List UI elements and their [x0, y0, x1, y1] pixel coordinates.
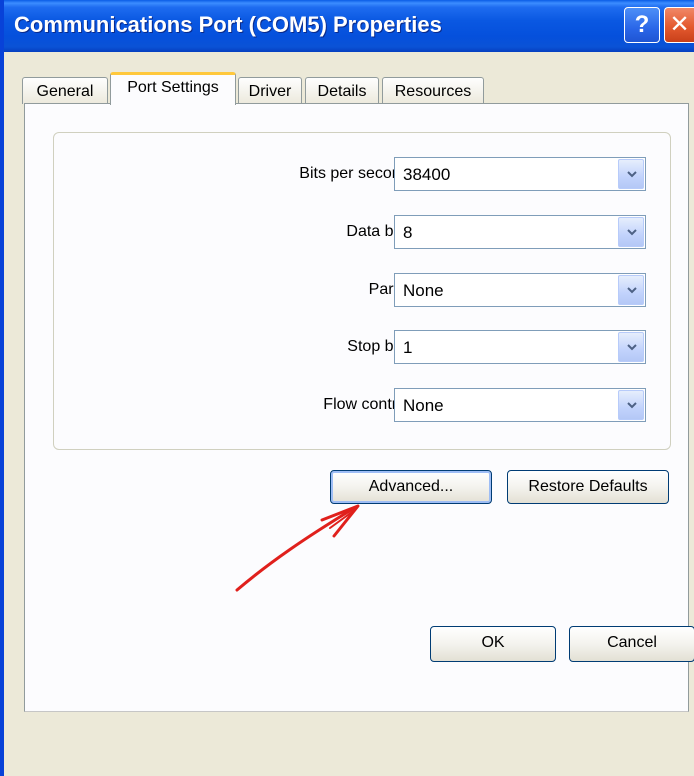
properties-dialog: Communications Port (COM5) Properties ? …: [0, 0, 694, 776]
chevron-down-icon: [627, 287, 637, 294]
bits-per-second-value: 38400: [403, 165, 451, 184]
bits-per-second-row: Bits per second: 38400: [54, 157, 672, 191]
flow-control-row: Flow control: None: [54, 388, 672, 422]
restore-defaults-button[interactable]: Restore Defaults: [507, 470, 669, 504]
tab-resources[interactable]: Resources: [382, 77, 484, 104]
tab-strip: General Port Settings Driver Details Res…: [4, 52, 694, 105]
tab-general[interactable]: General: [22, 77, 108, 104]
tab-details[interactable]: Details: [305, 77, 379, 104]
window-title: Communications Port (COM5) Properties: [14, 12, 442, 37]
data-bits-value: 8: [403, 223, 413, 242]
advanced-button[interactable]: Advanced...: [330, 470, 492, 504]
parity-row: Parity: None: [54, 273, 672, 307]
ok-button[interactable]: OK: [430, 626, 556, 662]
flow-control-dropdown[interactable]: None: [394, 388, 646, 422]
parity-dropdown[interactable]: None: [394, 273, 646, 307]
data-bits-row: Data bits: 8: [54, 215, 672, 249]
help-button[interactable]: ?: [624, 7, 660, 43]
chevron-down-icon: [627, 402, 637, 409]
port-settings-page: Bits per second: 38400 Data bits: 8 Pari…: [24, 103, 689, 712]
flow-control-value: None: [403, 396, 444, 415]
chevron-down-icon: [627, 344, 637, 351]
chevron-down-icon: [627, 229, 637, 236]
tab-driver[interactable]: Driver: [238, 77, 302, 104]
stop-bits-dropdown[interactable]: 1: [394, 330, 646, 364]
dropdown-button[interactable]: [618, 275, 644, 305]
dropdown-button[interactable]: [618, 217, 644, 247]
tab-port-settings[interactable]: Port Settings: [110, 72, 236, 105]
dropdown-button[interactable]: [618, 332, 644, 362]
parity-value: None: [403, 281, 444, 300]
close-button[interactable]: ✕: [664, 7, 694, 43]
data-bits-dropdown[interactable]: 8: [394, 215, 646, 249]
stop-bits-value: 1: [403, 338, 413, 357]
stop-bits-row: Stop bits: 1: [54, 330, 672, 364]
dropdown-button[interactable]: [618, 390, 644, 420]
question-mark-icon: ?: [634, 11, 650, 38]
settings-group-box: Bits per second: 38400 Data bits: 8 Pari…: [53, 132, 671, 450]
cancel-button[interactable]: Cancel: [569, 626, 694, 662]
title-bar[interactable]: Communications Port (COM5) Properties ? …: [4, 0, 694, 52]
close-icon: ✕: [669, 11, 690, 38]
chevron-down-icon: [627, 171, 637, 178]
bits-per-second-dropdown[interactable]: 38400: [394, 157, 646, 191]
dropdown-button[interactable]: [618, 159, 644, 189]
